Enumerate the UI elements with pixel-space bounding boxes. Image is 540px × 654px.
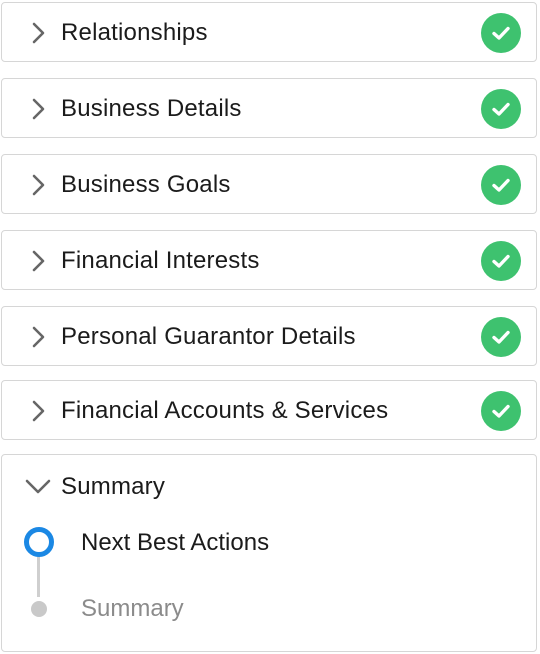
section-business-details: Business Details — [1, 78, 537, 138]
step-summary[interactable]: Summary — [81, 595, 184, 623]
section-title: Financial Accounts & Services — [61, 397, 389, 424]
chevron-right-icon — [32, 174, 45, 196]
section-header-business-details[interactable]: Business Details — [2, 79, 536, 139]
section-title: Financial Interests — [61, 247, 260, 274]
section-header-summary[interactable]: Summary — [2, 455, 536, 517]
chevron-right-icon — [32, 22, 45, 44]
check-circle-icon — [481, 317, 521, 357]
section-business-goals: Business Goals — [1, 154, 537, 214]
section-header-financial-interests[interactable]: Financial Interests — [2, 231, 536, 291]
section-title: Business Goals — [61, 171, 231, 198]
check-circle-icon — [481, 165, 521, 205]
section-title: Relationships — [61, 19, 208, 46]
check-circle-icon — [481, 13, 521, 53]
section-header-personal-guarantor-details[interactable]: Personal Guarantor Details — [2, 307, 536, 367]
section-title: Summary — [61, 473, 166, 500]
step-next-best-actions[interactable]: Next Best Actions — [81, 529, 269, 557]
chevron-right-icon — [32, 326, 45, 348]
section-financial-accounts-services: Financial Accounts & Services — [1, 380, 537, 440]
section-title: Personal Guarantor Details — [61, 323, 356, 350]
section-summary: Summary Next Best Actions Summary — [1, 454, 537, 652]
section-financial-interests: Financial Interests — [1, 230, 537, 290]
pending-step-indicator — [31, 601, 47, 617]
section-header-relationships[interactable]: Relationships — [2, 3, 536, 63]
chevron-right-icon — [32, 400, 45, 422]
section-header-financial-accounts-services[interactable]: Financial Accounts & Services — [2, 381, 536, 441]
check-circle-icon — [481, 391, 521, 431]
section-title: Business Details — [61, 95, 242, 122]
active-step-indicator — [24, 527, 54, 557]
check-circle-icon — [481, 241, 521, 281]
chevron-down-icon — [25, 479, 51, 494]
section-personal-guarantor-details: Personal Guarantor Details — [1, 306, 537, 366]
section-relationships: Relationships — [1, 2, 537, 62]
chevron-right-icon — [32, 250, 45, 272]
check-circle-icon — [481, 89, 521, 129]
step-connector — [37, 553, 40, 597]
section-header-business-goals[interactable]: Business Goals — [2, 155, 536, 215]
chevron-right-icon — [32, 98, 45, 120]
